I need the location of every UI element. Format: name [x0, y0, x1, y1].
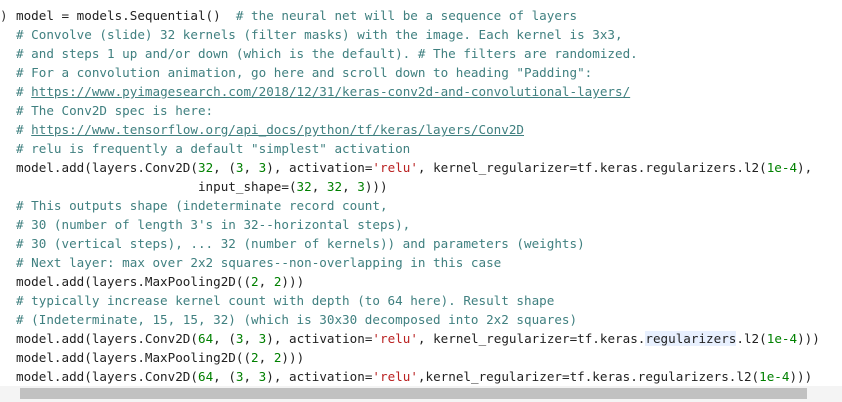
- code-line[interactable]: model.add(layers.Conv2D(64, (3, 3), acti…: [0, 367, 820, 386]
- code-line[interactable]: # For a convolution animation, go here a…: [0, 63, 820, 82]
- code-token: ,kernel_regularizer=tf.keras.regularizer…: [417, 369, 760, 384]
- code-token: ,: [342, 179, 358, 194]
- code-token: , (: [213, 369, 236, 384]
- code-line[interactable]: ) model = models.Sequential() # the neura…: [0, 6, 820, 25]
- url-link[interactable]: https://www.tensorflow.org/api_docs/pyth…: [31, 122, 524, 137]
- code-token: model.add(layers.MaxPooling2D((: [16, 350, 252, 365]
- code-token: model.add(layers.Conv2D(: [16, 160, 198, 175]
- code-line[interactable]: model.add(layers.MaxPooling2D((2, 2))): [0, 348, 820, 367]
- code-comment: # (Indeterminate, 15, 15, 32) (which is …: [16, 312, 578, 327]
- code-token: ), activation=: [266, 160, 373, 175]
- code-token: ))): [281, 350, 305, 365]
- code-token: ,: [311, 179, 327, 194]
- number-literal: 32: [296, 179, 312, 194]
- code-comment: # Next layer: max over 2x2 squares--non-…: [16, 255, 502, 270]
- code-comment: #: [16, 84, 32, 99]
- code-line[interactable]: # typically increase kernel count with d…: [0, 291, 820, 310]
- code-token: model.add(layers.Conv2D(: [16, 369, 198, 384]
- code-line[interactable]: # (Indeterminate, 15, 15, 32) (which is …: [0, 310, 820, 329]
- code-token: ))): [281, 274, 305, 289]
- code-token: ,: [243, 369, 259, 384]
- string-literal: 'relu': [372, 160, 418, 175]
- code-token: , (: [213, 160, 236, 175]
- code-comment: # For a convolution animation, go here a…: [16, 65, 593, 80]
- string-literal: 'relu': [372, 331, 418, 346]
- code-comment: # Convolve (slide) 32 kernels (filter ma…: [16, 27, 623, 42]
- number-literal: 3: [357, 179, 365, 194]
- code-token: , kernel_regularizer=tf.keras.regularize…: [417, 160, 767, 175]
- code-line[interactable]: # and steps 1 up and/or down (which is t…: [0, 44, 820, 63]
- code-line[interactable]: # 30 (number of length 3's in 32--horizo…: [0, 215, 820, 234]
- code-comment: # This outputs shape (indeterminate reco…: [16, 198, 388, 213]
- code-line[interactable]: model.add(layers.MaxPooling2D((2, 2))): [0, 272, 820, 291]
- code-token: ))): [364, 179, 388, 194]
- code-comment: # typically increase kernel count with d…: [16, 293, 555, 308]
- code-line[interactable]: # Convolve (slide) 32 kernels (filter ma…: [0, 25, 820, 44]
- code-comment: #: [16, 122, 32, 137]
- number-literal: 64: [197, 369, 214, 384]
- scrollbar-thumb[interactable]: [20, 388, 807, 399]
- code-line[interactable]: # This outputs shape (indeterminate reco…: [0, 196, 820, 215]
- code-comment: # 30 (number of length 3's in 32--horizo…: [16, 217, 411, 232]
- code-editor[interactable]: ) model = models.Sequential() # the neura…: [0, 0, 842, 402]
- code-token: regularizers: [645, 331, 737, 346]
- code-token: ,: [243, 331, 259, 346]
- number-literal: 1e-4: [759, 369, 790, 384]
- code-line[interactable]: model.add(layers.Conv2D(32, (3, 3), acti…: [0, 158, 820, 177]
- number-literal: 3: [235, 160, 244, 175]
- code-token: ,: [258, 274, 274, 289]
- code-token: ,: [258, 350, 274, 365]
- number-literal: 1e-4: [766, 331, 798, 346]
- code-line[interactable]: # 30 (vertical steps), ... 32 (number of…: [0, 234, 820, 253]
- code-comment: # The Conv2D spec is here:: [16, 103, 214, 118]
- code-token: ), activation=: [266, 369, 373, 384]
- code-line[interactable]: input_shape=(32, 32, 3))): [0, 177, 820, 196]
- code-line[interactable]: model.add(layers.Conv2D(64, (3, 3), acti…: [0, 329, 820, 348]
- code-line[interactable]: # relu is frequently a default "simplest…: [0, 139, 820, 158]
- code-token: .l2(: [736, 331, 767, 346]
- code-token: input_shape=(: [16, 179, 297, 194]
- code-token: model = models.Sequential(): [16, 8, 236, 23]
- horizontal-scrollbar[interactable]: [0, 386, 842, 402]
- line-gutter: ): [0, 8, 8, 23]
- code-line[interactable]: # https://www.pyimagesearch.com/2018/12/…: [0, 82, 820, 101]
- number-literal: 3: [235, 331, 244, 346]
- code-comment: # relu is frequently a default "simplest…: [16, 141, 411, 156]
- code-token: ),: [797, 160, 813, 175]
- number-literal: 1e-4: [766, 160, 798, 175]
- code-comment: # 30 (vertical steps), ... 32 (number of…: [16, 236, 585, 251]
- code-token: ,: [243, 160, 259, 175]
- code-line[interactable]: # The Conv2D spec is here:: [0, 101, 820, 120]
- code-line[interactable]: # https://www.tensorflow.org/api_docs/py…: [0, 120, 820, 139]
- code-token: , (: [213, 331, 236, 346]
- number-literal: 32: [326, 179, 343, 194]
- code-token: ))): [789, 369, 813, 384]
- code-line[interactable]: # Next layer: max over 2x2 squares--non-…: [0, 253, 820, 272]
- code-comment: # and steps 1 up and/or down (which is t…: [16, 46, 638, 61]
- url-link[interactable]: https://www.pyimagesearch.com/2018/12/31…: [31, 84, 630, 99]
- code-token: model.add(layers.Conv2D(: [16, 331, 198, 346]
- code-comment: # the neural net will be a sequence of l…: [235, 8, 578, 23]
- code-token: , kernel_regularizer=tf.keras.: [417, 331, 646, 346]
- code-cell[interactable]: ) model = models.Sequential() # the neura…: [0, 6, 820, 386]
- number-literal: 32: [197, 160, 214, 175]
- code-token: model.add(layers.MaxPooling2D((: [16, 274, 252, 289]
- code-token: ), activation=: [266, 331, 373, 346]
- number-literal: 2: [251, 350, 259, 365]
- code-token: ))): [797, 331, 820, 346]
- number-literal: 3: [235, 369, 244, 384]
- number-literal: 64: [197, 331, 214, 346]
- number-literal: 2: [251, 274, 259, 289]
- string-literal: 'relu': [372, 369, 418, 384]
